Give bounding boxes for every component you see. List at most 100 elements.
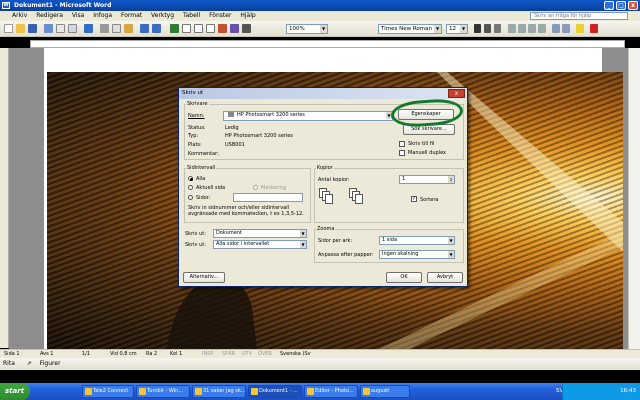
- close-button[interactable]: x: [628, 1, 638, 10]
- standard-toolbar: 100% ▼ Times New Roman ▼ 12 ▼: [0, 21, 640, 37]
- task-31-saker[interactable]: 31 saker jag sk...: [192, 385, 246, 398]
- align-center-icon[interactable]: [518, 24, 526, 33]
- app-icon: [139, 388, 146, 395]
- copy-icon[interactable]: [112, 24, 121, 33]
- justify-icon[interactable]: [538, 24, 546, 33]
- numbering-icon[interactable]: [552, 24, 560, 33]
- italic-icon[interactable]: [484, 24, 491, 33]
- undo-icon[interactable]: [140, 24, 149, 33]
- help-search-input[interactable]: Skriv en fråga för hjälp: [530, 12, 628, 20]
- printer-group-label: Skrivare: [186, 101, 209, 107]
- cut-icon[interactable]: [100, 24, 109, 33]
- status-position: Vid 0,8 cm: [110, 351, 137, 357]
- status-bar: Sida 1 Avs 1 1/1 Vid 0,8 cm Ra 2 Kol 1 I…: [0, 349, 640, 358]
- dialog-title-bar: Skriv ut x: [179, 88, 467, 99]
- status-ext[interactable]: UTV: [242, 350, 252, 358]
- pages-radio[interactable]: [188, 195, 193, 200]
- start-button[interactable]: start: [0, 383, 30, 400]
- collate-checkbox[interactable]: ✓: [411, 196, 417, 202]
- menu-fonster[interactable]: Fönster: [209, 12, 231, 19]
- chevron-down-icon: ▼: [448, 251, 454, 258]
- new-document-icon[interactable]: [4, 24, 13, 33]
- menu-bar: Arkiv Redigera Visa Infoga Format Verkty…: [0, 11, 640, 21]
- current-page-radio[interactable]: [188, 185, 193, 190]
- show-hide-icon[interactable]: [242, 24, 251, 33]
- pages-input[interactable]: [233, 193, 303, 202]
- status-line: Ra 2: [146, 351, 158, 357]
- bullets-icon[interactable]: [562, 24, 570, 33]
- menu-hjalp[interactable]: Hjälp: [240, 12, 255, 19]
- menu-redigera[interactable]: Redigera: [36, 12, 63, 19]
- task-label: Editor - Photo...: [315, 388, 354, 394]
- options-button[interactable]: Alternativ...: [183, 272, 225, 283]
- draw-menu[interactable]: Rita: [3, 360, 15, 367]
- excel-icon[interactable]: [194, 24, 203, 33]
- manual-duplex-checkbox[interactable]: [399, 150, 405, 156]
- align-left-icon[interactable]: [508, 24, 516, 33]
- open-folder-icon[interactable]: [16, 24, 25, 33]
- underline-icon[interactable]: [494, 24, 501, 33]
- table-icon[interactable]: [182, 24, 191, 33]
- font-size-select[interactable]: 12 ▼: [446, 24, 468, 34]
- redo-icon[interactable]: [152, 24, 161, 33]
- pages-per-sheet-select[interactable]: 1 sida ▼: [379, 236, 455, 245]
- print-select[interactable]: Alla sidor i intervallet ▼: [213, 240, 307, 249]
- menu-visa[interactable]: Visa: [72, 12, 84, 19]
- task-augusti[interactable]: augusti: [360, 385, 410, 398]
- menu-tabell[interactable]: Tabell: [183, 12, 200, 19]
- print-what-select[interactable]: Dokument ▼: [213, 229, 307, 238]
- spelling-icon[interactable]: [84, 24, 93, 33]
- window-title: Dokument1 - Microsoft Word: [14, 2, 112, 9]
- font-size-value: 12: [449, 26, 456, 32]
- cancel-button[interactable]: Avbryt: [427, 272, 463, 283]
- status-ovr[interactable]: ÖVER: [258, 350, 272, 358]
- copies-input[interactable]: 1 ↕: [399, 175, 455, 184]
- align-right-icon[interactable]: [528, 24, 536, 33]
- menu-verktyg[interactable]: Verktyg: [151, 12, 174, 19]
- task-editor-photo[interactable]: Editor - Photo...: [304, 385, 358, 398]
- paste-icon[interactable]: [124, 24, 133, 33]
- all-radio[interactable]: [188, 176, 193, 181]
- print-icon[interactable]: [56, 24, 65, 33]
- drawing-icon[interactable]: [218, 24, 227, 33]
- vertical-scrollbar[interactable]: [628, 48, 640, 350]
- comment-label: Kommentar:: [188, 151, 219, 157]
- status-pages: 1/1: [82, 351, 91, 357]
- status-rec[interactable]: INSP: [202, 350, 213, 358]
- print-preview-icon[interactable]: [68, 24, 77, 33]
- menu-format[interactable]: Format: [121, 12, 142, 19]
- font-select[interactable]: Times New Roman ▼: [378, 24, 442, 34]
- folder-icon: [363, 388, 370, 395]
- vertical-ruler[interactable]: [0, 48, 9, 348]
- status-language[interactable]: Svenska (Sv: [280, 350, 311, 358]
- selection-radio[interactable]: [253, 185, 258, 190]
- print-to-file-checkbox[interactable]: [399, 141, 405, 147]
- columns-icon[interactable]: [206, 24, 215, 33]
- horizontal-ruler[interactable]: [30, 40, 625, 48]
- save-icon[interactable]: [28, 24, 37, 33]
- ok-button[interactable]: OK: [386, 272, 422, 283]
- task-tumblr[interactable]: Tumblr - Win...: [136, 385, 190, 398]
- task-dokument1[interactable]: Dokument1 - ...: [248, 385, 302, 398]
- dialog-close-button[interactable]: x: [448, 89, 465, 98]
- bold-icon[interactable]: [474, 24, 481, 33]
- menu-infoga[interactable]: Infoga: [93, 12, 112, 19]
- font-color-icon[interactable]: [590, 24, 598, 33]
- status-trk[interactable]: SPÅR: [222, 350, 235, 358]
- zoom-select[interactable]: 100% ▼: [286, 24, 328, 34]
- maximize-button[interactable]: □: [616, 1, 626, 10]
- highlight-icon[interactable]: [576, 24, 584, 33]
- menu-arkiv[interactable]: Arkiv: [12, 12, 27, 19]
- printer-name-select[interactable]: HP Photosmart 3200 series ▼: [223, 111, 393, 121]
- shapes-menu[interactable]: Figurer: [40, 360, 61, 367]
- document-map-icon[interactable]: [230, 24, 239, 33]
- permission-icon[interactable]: [44, 24, 53, 33]
- minimize-button[interactable]: _: [604, 1, 614, 10]
- scale-select[interactable]: Ingen skalning ▼: [379, 250, 455, 259]
- hyperlink-icon[interactable]: [170, 24, 179, 33]
- dialog-title: Skriv ut: [182, 90, 204, 96]
- pointer-icon[interactable]: ➚: [27, 360, 32, 367]
- task-tele2[interactable]: Tele2 Connect: [82, 385, 134, 398]
- zoom-value: 100%: [289, 26, 305, 32]
- pages-hint: Skriv in sidnummer och/eller sidinterval…: [188, 205, 304, 217]
